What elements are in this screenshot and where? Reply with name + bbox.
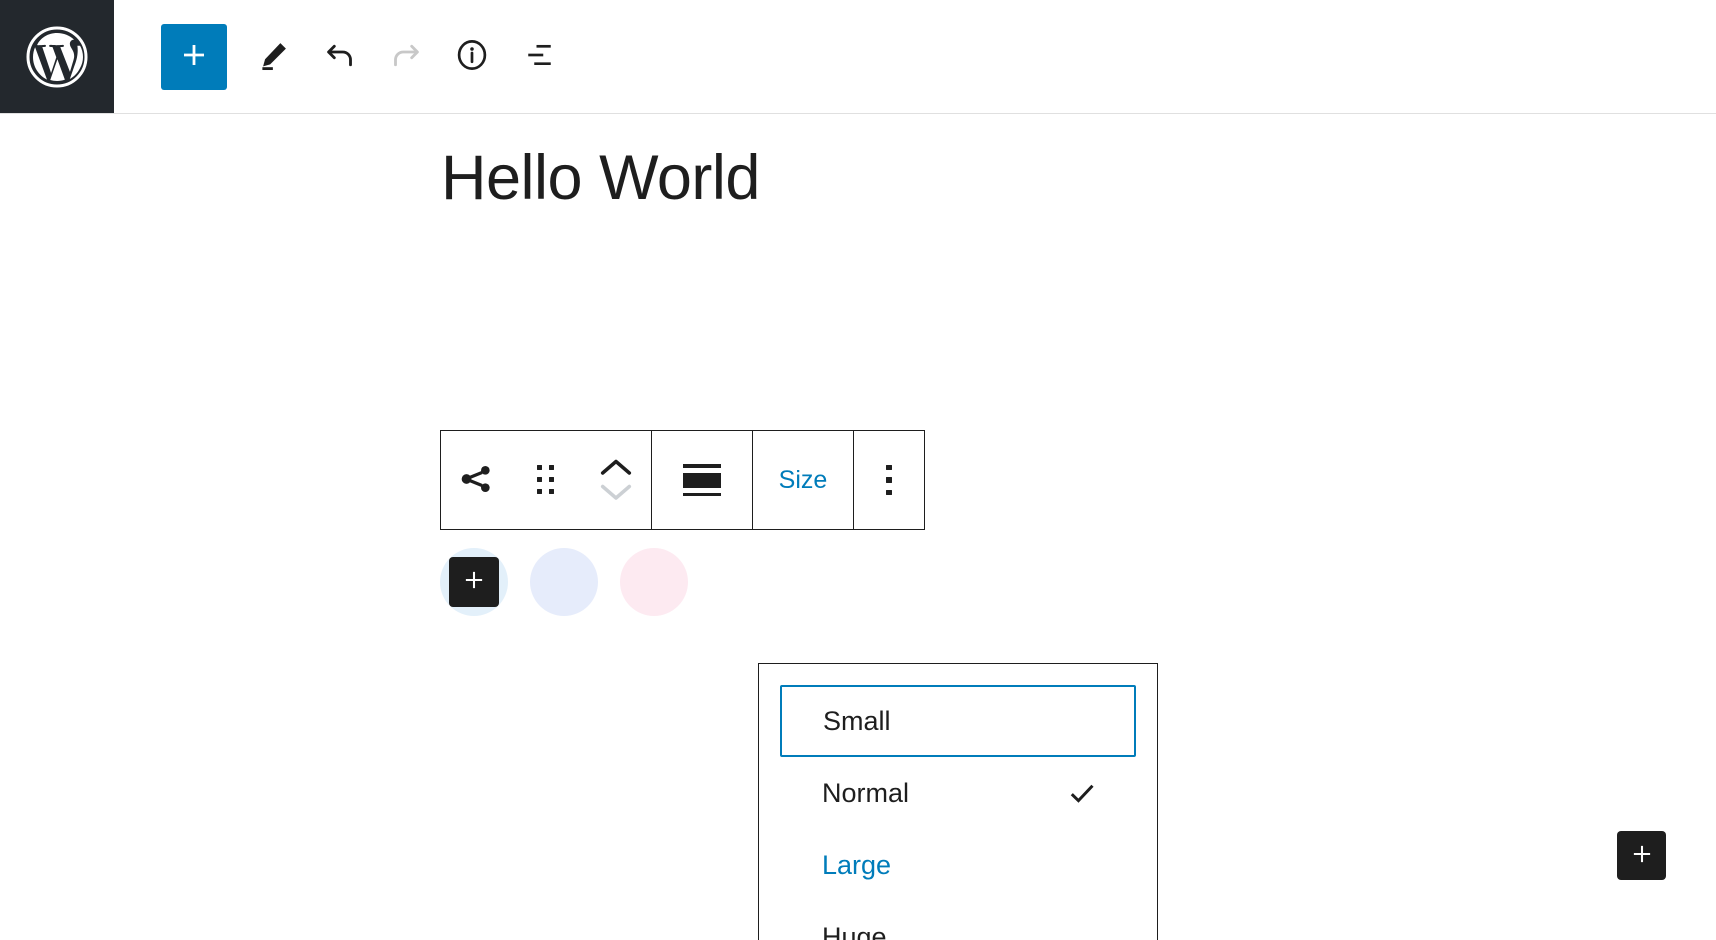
wordpress-logo-button[interactable] bbox=[0, 0, 114, 113]
menu-item-huge[interactable]: Huge bbox=[780, 901, 1136, 940]
block-type-button[interactable] bbox=[441, 431, 511, 529]
check-icon bbox=[1065, 776, 1099, 810]
tools-edit-button[interactable] bbox=[241, 24, 307, 90]
block-movers[interactable] bbox=[581, 431, 651, 529]
share-icon bbox=[456, 459, 496, 502]
plus-icon bbox=[461, 567, 487, 598]
list-view-icon bbox=[520, 37, 556, 76]
wordpress-logo-icon bbox=[25, 25, 89, 89]
block-toolbar-group-size: Size bbox=[753, 431, 854, 529]
redo-arrow-icon bbox=[388, 37, 424, 76]
redo-button[interactable] bbox=[373, 24, 439, 90]
editor-canvas: Hello World bbox=[0, 114, 1716, 940]
append-block-button[interactable] bbox=[449, 557, 499, 607]
block-toolbar: Size bbox=[440, 430, 925, 530]
block-toolbar-group-align bbox=[652, 431, 753, 529]
swatch-pink[interactable] bbox=[620, 548, 688, 616]
details-button[interactable] bbox=[439, 24, 505, 90]
size-button-label: Size bbox=[779, 466, 828, 495]
social-icons-block bbox=[440, 548, 688, 616]
chevron-up-down-icon bbox=[596, 457, 636, 503]
undo-arrow-icon bbox=[322, 37, 358, 76]
drag-dots-icon bbox=[537, 465, 556, 496]
list-view-button[interactable] bbox=[505, 24, 571, 90]
size-dropdown-menu: Small Normal Large Huge bbox=[758, 663, 1158, 940]
block-inserter-button[interactable] bbox=[161, 24, 227, 90]
size-button[interactable]: Size bbox=[753, 431, 853, 529]
swatch-lavender[interactable] bbox=[530, 548, 598, 616]
menu-item-label: Normal bbox=[822, 778, 909, 809]
header-toolbar bbox=[114, 0, 571, 113]
block-toolbar-group-more bbox=[854, 431, 924, 529]
plus-icon bbox=[1629, 841, 1655, 870]
align-button[interactable] bbox=[652, 431, 752, 529]
editor-header bbox=[0, 0, 1716, 114]
drag-handle[interactable] bbox=[511, 431, 581, 529]
pencil-icon bbox=[257, 38, 291, 75]
swatch-add[interactable] bbox=[440, 548, 508, 616]
menu-item-large[interactable]: Large bbox=[780, 829, 1136, 901]
page-title[interactable]: Hello World bbox=[441, 142, 760, 214]
info-circle-icon bbox=[455, 38, 489, 75]
menu-item-label: Large bbox=[822, 850, 891, 881]
menu-item-normal[interactable]: Normal bbox=[780, 757, 1136, 829]
block-toolbar-group-left bbox=[441, 431, 652, 529]
align-icon bbox=[682, 464, 722, 496]
menu-item-label: Small bbox=[823, 706, 891, 737]
add-block-button[interactable] bbox=[1617, 831, 1666, 880]
more-options-button[interactable] bbox=[854, 431, 924, 529]
undo-button[interactable] bbox=[307, 24, 373, 90]
menu-item-label: Huge bbox=[822, 922, 887, 940]
plus-icon bbox=[178, 39, 210, 74]
vertical-dots-icon bbox=[886, 465, 892, 496]
menu-item-small[interactable]: Small bbox=[780, 685, 1136, 757]
